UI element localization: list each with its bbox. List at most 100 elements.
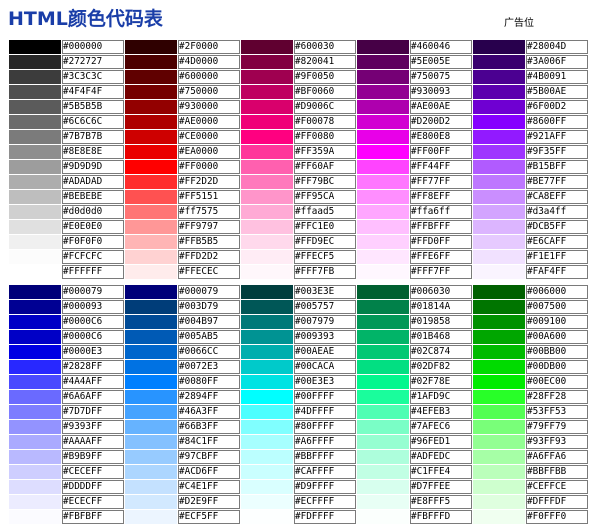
color-hex-code: #00DB00 (526, 360, 588, 374)
color-hex-code: #ACD6FF (178, 465, 240, 479)
color-hex-code: #FF0000 (178, 160, 240, 174)
color-swatch (125, 70, 177, 84)
color-hex-code: #96FED1 (410, 435, 472, 449)
color-swatch (241, 175, 293, 189)
color-hex-code: #ffa6ff (410, 205, 472, 219)
color-hex-code: #1AFD9C (410, 390, 472, 404)
color-swatch (473, 235, 525, 249)
color-swatch (357, 465, 409, 479)
color-row: #2828FF #0072E3 #00CACA #02DF82 #00DB00 (9, 360, 588, 374)
color-hex-code: #FF44FF (410, 160, 472, 174)
color-hex-code: #D2E9FF (178, 495, 240, 509)
color-swatch (9, 220, 61, 234)
color-hex-code: #5B5B5B (62, 100, 124, 114)
color-swatch (241, 390, 293, 404)
color-swatch (125, 420, 177, 434)
color-swatch (357, 265, 409, 279)
color-hex-code: #4F4F4F (62, 85, 124, 99)
color-hex-code: #000093 (62, 300, 124, 314)
color-hex-code: #007500 (526, 300, 588, 314)
color-swatch (9, 285, 61, 299)
color-hex-code: #FFFFFF (62, 265, 124, 279)
color-swatch (9, 450, 61, 464)
color-row: #6A6AFF #2894FF #00FFFF #1AFD9C #28FF28 (9, 390, 588, 404)
color-hex-code: #E8FFF5 (410, 495, 472, 509)
color-hex-code: #93FF93 (526, 435, 588, 449)
color-hex-code: #BE77FF (526, 175, 588, 189)
color-hex-code: #CA8EFF (526, 190, 588, 204)
color-swatch (473, 205, 525, 219)
color-swatch (473, 190, 525, 204)
color-row: #3C3C3C #600000 #9F0050 #750075 #4B0091 (9, 70, 588, 84)
color-hex-code: #000000 (62, 40, 124, 54)
color-swatch (125, 300, 177, 314)
color-swatch (357, 420, 409, 434)
color-swatch (357, 40, 409, 54)
color-hex-code: #FFF7FF (410, 265, 472, 279)
color-hex-code: #272727 (62, 55, 124, 69)
color-row: #B9B9FF #97CBFF #BBFFFF #ADFEDC #A6FFA6 (9, 450, 588, 464)
color-hex-code: #F1E1FF (526, 250, 588, 264)
color-swatch (241, 315, 293, 329)
color-swatch (241, 375, 293, 389)
color-hex-code: #02F78E (410, 375, 472, 389)
color-hex-code: #FFD0FF (410, 235, 472, 249)
color-hex-code: #C4E1FF (178, 480, 240, 494)
color-swatch (473, 495, 525, 509)
color-swatch (241, 285, 293, 299)
color-hex-code: #FCFCFC (62, 250, 124, 264)
color-swatch (125, 190, 177, 204)
color-swatch (125, 315, 177, 329)
color-row: #4A4AFF #0080FF #00E3E3 #02F78E #00EC00 (9, 375, 588, 389)
color-swatch (473, 250, 525, 264)
color-row: #9D9D9D #FF0000 #FF60AF #FF44FF #B15BFF (9, 160, 588, 174)
color-hex-code: #FF8EFF (410, 190, 472, 204)
ad-placeholder-label: 广告位 (504, 18, 534, 29)
color-swatch (473, 130, 525, 144)
color-hex-code: #930093 (410, 85, 472, 99)
color-swatch (357, 480, 409, 494)
color-swatch (473, 70, 525, 84)
color-hex-code: #ffaad5 (294, 205, 356, 219)
color-hex-code: #003D79 (178, 300, 240, 314)
color-hex-code: #006000 (526, 285, 588, 299)
color-swatch (125, 465, 177, 479)
color-swatch (357, 375, 409, 389)
color-swatch (473, 480, 525, 494)
color-hex-code: #46A3FF (178, 405, 240, 419)
color-swatch (473, 465, 525, 479)
color-swatch (9, 235, 61, 249)
color-hex-code: #28FF28 (526, 390, 588, 404)
color-hex-code: #0000E3 (62, 345, 124, 359)
color-swatch (473, 145, 525, 159)
color-swatch (9, 160, 61, 174)
color-hex-code: #9F0050 (294, 70, 356, 84)
color-swatch (125, 405, 177, 419)
color-hex-code: #00EC00 (526, 375, 588, 389)
color-swatch (357, 510, 409, 524)
color-hex-code: #FFD9EC (294, 235, 356, 249)
block-separator (9, 280, 588, 284)
color-swatch (241, 450, 293, 464)
color-hex-code: #921AFF (526, 130, 588, 144)
color-swatch (125, 390, 177, 404)
color-hex-code: #BF0060 (294, 85, 356, 99)
color-swatch (473, 420, 525, 434)
color-swatch (241, 205, 293, 219)
color-hex-code: #600030 (294, 40, 356, 54)
color-hex-code: #6A6AFF (62, 390, 124, 404)
color-swatch (357, 145, 409, 159)
color-swatch (125, 480, 177, 494)
color-code-table-container: #000000 #2F0000 #600030 #460046 #28004D #2727… (8, 39, 589, 525)
color-swatch (125, 220, 177, 234)
color-hex-code: #ECECFF (62, 495, 124, 509)
color-swatch (357, 220, 409, 234)
color-hex-code: #3A006F (526, 55, 588, 69)
color-swatch (473, 40, 525, 54)
color-swatch (357, 235, 409, 249)
color-hex-code: #FDFFFF (294, 510, 356, 524)
color-swatch (241, 330, 293, 344)
color-hex-code: #FF0080 (294, 130, 356, 144)
color-hex-code: #F0FFF0 (526, 510, 588, 524)
color-swatch (125, 345, 177, 359)
